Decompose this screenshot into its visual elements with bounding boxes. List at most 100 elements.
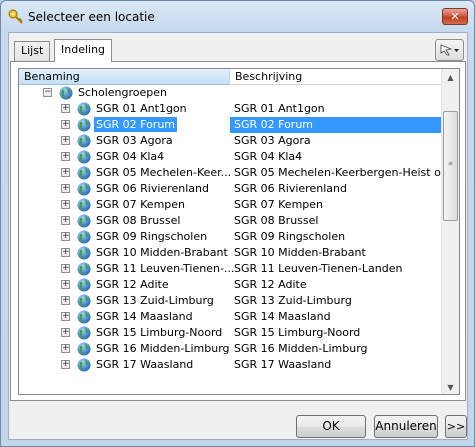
tree-item-row[interactable]: + SGR 09 Ringscholen SGR 09 Ringscholen [19,229,442,245]
tab-indeling[interactable]: Indeling [54,39,113,62]
vertical-scrollbar[interactable]: ▲ ≡ ▼ [441,69,459,394]
expand-icon[interactable]: + [61,280,70,289]
dialog-body: Lijst Indeling Benaming Beschrijving − S… [8,32,468,440]
key-icon [8,9,24,25]
expand-icon[interactable]: + [61,232,70,241]
tree-item-description: SGR 10 Midden-Brabant [234,246,366,259]
ok-button[interactable]: OK [296,415,366,438]
tree-item-name: SGR 11 Leuven-Tienen-... [96,262,235,275]
globe-icon [77,246,91,260]
tab-lijst[interactable]: Lijst [14,41,51,61]
globe-icon [77,342,91,356]
tree-root-label: Scholengroepen [78,86,168,99]
expand-icon[interactable]: + [61,168,70,177]
tree-item-name: SGR 06 Rivierenland [96,182,209,195]
globe-icon [77,278,91,292]
globe-icon [77,262,91,276]
tree-item-description: SGR 16 Midden-Limburg [234,342,368,355]
globe-icon [77,358,91,372]
expand-icon[interactable]: + [61,248,70,257]
close-button[interactable]: ✕ [442,8,468,25]
expand-icon[interactable]: + [61,312,70,321]
tree-item-name: SGR 16 Midden-Limburg [96,342,230,355]
globe-icon [77,326,91,340]
tree-item-row[interactable]: + SGR 10 Midden-Brabant SGR 10 Midden-Brab… [19,245,442,261]
tree-item-row[interactable]: + SGR 02 Forum SGR 02 Forum [19,117,442,133]
globe-icon [77,230,91,244]
pointer-dropdown-icon [440,44,459,56]
tree-item-name: SGR 01 Ant1gon [96,102,187,115]
tree-item-name: SGR 04 Kla4 [96,150,165,163]
expand-icon[interactable]: + [61,328,70,337]
globe-icon [59,86,73,100]
tree-item-description: SGR 06 Rivierenland [234,182,347,195]
tree-item-name: SGR 13 Zuid-Limburg [96,294,214,307]
grip-icon: ≡ [448,160,454,167]
tree-item-row[interactable]: + SGR 16 Midden-Limburg SGR 16 Midden-Limb… [19,341,442,357]
tree-item-name: SGR 09 Ringscholen [96,230,208,243]
tree-item-description: SGR 07 Kempen [234,198,324,211]
tree-item-description: SGR 13 Zuid-Limburg [234,294,352,307]
scroll-down-icon[interactable]: ▼ [442,379,459,394]
tree-item-description: SGR 14 Maasland [234,310,331,323]
column-header-beschrijving[interactable]: Beschrijving [230,69,442,85]
globe-icon [77,134,91,148]
tree-item-name: SGR 15 Limburg-Noord [96,326,223,339]
globe-icon [77,182,91,196]
tree-item-name: SGR 02 Forum [94,117,178,132]
tab-panel: Benaming Beschrijving − Scholengroepen +… [10,61,466,401]
tree-item-row[interactable]: + SGR 13 Zuid-Limburg SGR 13 Zuid-Limburg [19,293,442,309]
scrollbar-thumb[interactable]: ≡ [443,111,458,221]
tree-item-name: SGR 12 Adite [96,278,169,291]
expand-icon[interactable]: + [61,184,70,193]
tree-item-description: SGR 15 Limburg-Noord [234,326,361,339]
tree-item-row[interactable]: + SGR 05 Mechelen-Keer... SGR 05 Mechelen-… [19,165,442,181]
globe-icon [77,102,91,116]
tree-item-row[interactable]: + SGR 01 Ant1gon SGR 01 Ant1gon [19,101,442,117]
expand-icon[interactable]: + [61,216,70,225]
expand-icon[interactable]: + [61,264,70,273]
scroll-up-icon[interactable]: ▲ [442,69,459,86]
globe-icon [77,166,91,180]
expand-icon[interactable]: + [61,360,70,369]
expand-icon[interactable]: + [61,200,70,209]
expand-icon[interactable]: + [61,136,70,145]
tree-item-description: SGR 05 Mechelen-Keerbergen-Heist o... [234,166,442,179]
tree-item-row[interactable]: + SGR 12 Adite SGR 12 Adite [19,277,442,293]
window-title: Selecteer een locatie [28,10,155,24]
tree-item-name: SGR 14 Maasland [96,310,193,323]
tree-item-row[interactable]: + SGR 03 Agora SGR 03 Agora [19,133,442,149]
tree-item-row[interactable]: + SGR 06 Rivierenland SGR 06 Rivierenland [19,181,442,197]
globe-icon [77,150,91,164]
tree-item-name: SGR 17 Waasland [96,358,194,371]
tree-item-description: SGR 01 Ant1gon [234,102,325,115]
tree-item-row[interactable]: + SGR 17 Waasland SGR 17 Waasland [19,357,442,373]
tree-item-row[interactable]: + SGR 07 Kempen SGR 07 Kempen [19,197,442,213]
tree-item-row[interactable]: + SGR 15 Limburg-Noord SGR 15 Limburg-Noor… [19,325,442,341]
tree-item-row[interactable]: + SGR 04 Kla4 SGR 04 Kla4 [19,149,442,165]
tool-dropdown-button[interactable] [435,39,464,61]
tree-item-description: SGR 11 Leuven-Tienen-Landen [234,262,403,275]
tree-root-row[interactable]: − Scholengroepen [19,85,442,101]
tree-item-description: SGR 12 Adite [234,278,307,291]
location-tree[interactable]: Benaming Beschrijving − Scholengroepen +… [18,68,460,395]
title-bar[interactable]: Selecteer een locatie ✕ [1,1,474,32]
tree-item-description: SGR 09 Ringscholen [234,230,346,243]
tree-item-name: SGR 03 Agora [96,134,173,147]
expand-icon[interactable]: + [61,120,70,129]
tree-item-row[interactable]: + SGR 08 Brussel SGR 08 Brussel [19,213,442,229]
tree-item-name: SGR 08 Brussel [96,214,181,227]
dialog-window: Selecteer een locatie ✕ Lijst Indeling B… [0,0,475,447]
globe-icon [77,214,91,228]
tree-item-row[interactable]: + SGR 14 Maasland SGR 14 Maasland [19,309,442,325]
more-button[interactable]: >> [445,415,467,438]
tree-item-row[interactable]: + SGR 11 Leuven-Tienen-... SGR 11 Leuven-T… [19,261,442,277]
expand-icon[interactable]: + [61,296,70,305]
expand-icon[interactable]: + [61,104,70,113]
column-header-benaming[interactable]: Benaming [19,69,230,85]
expand-icon[interactable]: + [61,152,70,161]
close-icon: ✕ [450,10,460,23]
cancel-button[interactable]: Annuleren [374,415,438,438]
collapse-icon[interactable]: − [43,88,52,97]
expand-icon[interactable]: + [61,344,70,353]
